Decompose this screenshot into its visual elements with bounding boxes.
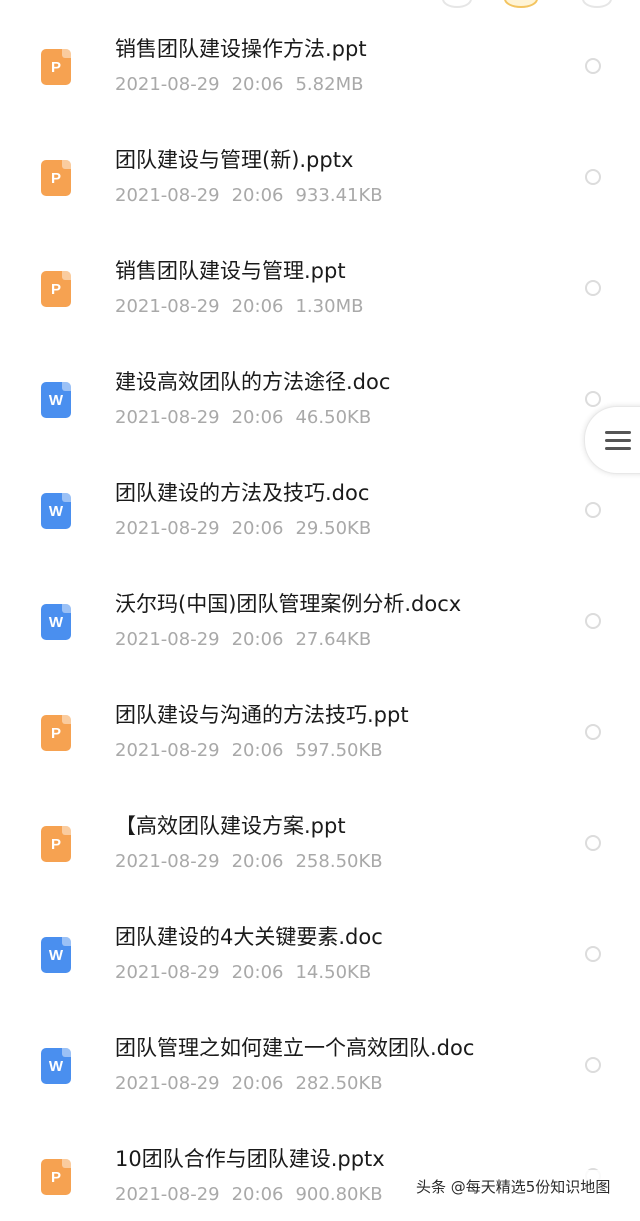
file-size: 14.50KB xyxy=(295,962,372,983)
file-name: 团队建设与沟通的方法技巧.ppt xyxy=(115,703,409,727)
file-meta: 2021-08-29 20:06 14.50KB xyxy=(115,962,371,984)
radio-circle-icon[interactable] xyxy=(585,1057,601,1073)
file-meta: 2021-08-29 20:06 900.80KB xyxy=(115,1184,383,1206)
file-name: 10团队合作与团队建设.pptx xyxy=(115,1147,385,1171)
file-size: 900.80KB xyxy=(295,1184,383,1205)
file-date: 2021-08-29 xyxy=(115,851,220,872)
file-meta: 2021-08-29 20:06 933.41KB xyxy=(115,185,383,207)
word-file-icon: W xyxy=(41,604,71,640)
file-size: 1.30MB xyxy=(295,296,364,317)
file-meta: 2021-08-29 20:06 29.50KB xyxy=(115,518,371,540)
file-name: 团队建设的4大关键要素.doc xyxy=(115,925,383,949)
watermark: 头条 @每天精选5份知识地图 xyxy=(408,1170,621,1204)
file-meta: 2021-08-29 20:06 1.30MB xyxy=(115,296,363,318)
file-date: 2021-08-29 xyxy=(115,740,220,761)
file-date: 2021-08-29 xyxy=(115,1184,220,1205)
file-time: 20:06 xyxy=(231,851,284,872)
file-time: 20:06 xyxy=(231,1184,284,1205)
file-name: 沃尔玛(中国)团队管理案例分析.docx xyxy=(115,592,462,616)
file-size: 29.50KB xyxy=(295,518,372,539)
file-size: 258.50KB xyxy=(295,851,383,872)
file-name: 【高效团队建设方案.ppt xyxy=(115,814,346,838)
file-time: 20:06 xyxy=(231,296,284,317)
radio-circle-icon[interactable] xyxy=(585,169,601,185)
file-row[interactable]: P 销售团队建设与管理.ppt 2021-08-29 20:06 1.30MB xyxy=(0,222,640,333)
file-time: 20:06 xyxy=(231,629,284,650)
file-time: 20:06 xyxy=(231,74,284,95)
ppt-file-icon: P xyxy=(41,715,71,751)
file-size: 933.41KB xyxy=(295,185,383,206)
file-meta: 2021-08-29 20:06 27.64KB xyxy=(115,629,371,651)
file-size: 27.64KB xyxy=(295,629,372,650)
radio-circle-icon[interactable] xyxy=(585,391,601,407)
file-row[interactable]: W 团队建设的方法及技巧.doc 2021-08-29 20:06 29.50KB xyxy=(0,444,640,555)
file-row[interactable]: P 团队建设与沟通的方法技巧.ppt 2021-08-29 20:06 597.50KB xyxy=(0,666,640,777)
ppt-file-icon: P xyxy=(41,826,71,862)
file-date: 2021-08-29 xyxy=(115,629,220,650)
radio-circle-icon[interactable] xyxy=(585,280,601,296)
file-size: 5.82MB xyxy=(295,74,364,95)
file-date: 2021-08-29 xyxy=(115,407,220,428)
radio-circle-icon[interactable] xyxy=(585,613,601,629)
ppt-file-icon: P xyxy=(41,49,71,85)
file-meta: 2021-08-29 20:06 46.50KB xyxy=(115,407,371,429)
file-row[interactable]: W 团队管理之如何建立一个高效团队.doc 2021-08-29 20:06 282.5… xyxy=(0,999,640,1110)
file-size: 597.50KB xyxy=(295,740,383,761)
file-name: 团队建设与管理(新).pptx xyxy=(115,148,354,172)
file-meta: 2021-08-29 20:06 282.50KB xyxy=(115,1073,383,1095)
file-meta: 2021-08-29 20:06 597.50KB xyxy=(115,740,383,762)
file-size: 282.50KB xyxy=(295,1073,383,1094)
file-date: 2021-08-29 xyxy=(115,1073,220,1094)
file-row[interactable]: W 沃尔玛(中国)团队管理案例分析.docx 2021-08-29 20:06 27.6… xyxy=(0,555,640,666)
menu-lines-icon xyxy=(605,431,631,455)
radio-circle-icon[interactable] xyxy=(585,946,601,962)
file-row[interactable]: P 销售团队建设操作方法.ppt 2021-08-29 20:06 5.82MB xyxy=(0,0,640,111)
file-meta: 2021-08-29 20:06 5.82MB xyxy=(115,74,363,96)
word-file-icon: W xyxy=(41,493,71,529)
file-time: 20:06 xyxy=(231,740,284,761)
word-file-icon: W xyxy=(41,937,71,973)
file-date: 2021-08-29 xyxy=(115,296,220,317)
file-size: 46.50KB xyxy=(295,407,372,428)
word-file-icon: W xyxy=(41,1048,71,1084)
ppt-file-icon: P xyxy=(41,160,71,196)
file-date: 2021-08-29 xyxy=(115,962,220,983)
file-time: 20:06 xyxy=(231,962,284,983)
radio-circle-icon[interactable] xyxy=(585,724,601,740)
file-name: 销售团队建设操作方法.ppt xyxy=(115,37,367,61)
file-row[interactable]: W 建设高效团队的方法途径.doc 2021-08-29 20:06 46.50KB xyxy=(0,333,640,444)
file-date: 2021-08-29 xyxy=(115,74,220,95)
file-time: 20:06 xyxy=(231,185,284,206)
ppt-file-icon: P xyxy=(41,1159,71,1195)
file-time: 20:06 xyxy=(231,518,284,539)
file-meta: 2021-08-29 20:06 258.50KB xyxy=(115,851,383,873)
file-name: 建设高效团队的方法途径.doc xyxy=(115,370,391,394)
file-row[interactable]: P 【高效团队建设方案.ppt 2021-08-29 20:06 258.50KB xyxy=(0,777,640,888)
file-row[interactable]: P 团队建设与管理(新).pptx 2021-08-29 20:06 933.41KB xyxy=(0,111,640,222)
file-row[interactable]: W 团队建设的4大关键要素.doc 2021-08-29 20:06 14.50KB xyxy=(0,888,640,999)
radio-circle-icon[interactable] xyxy=(585,835,601,851)
file-time: 20:06 xyxy=(231,1073,284,1094)
file-date: 2021-08-29 xyxy=(115,518,220,539)
ppt-file-icon: P xyxy=(41,271,71,307)
side-menu-handle[interactable] xyxy=(584,406,640,474)
radio-circle-icon[interactable] xyxy=(585,58,601,74)
file-name: 团队建设的方法及技巧.doc xyxy=(115,481,370,505)
file-name: 团队管理之如何建立一个高效团队.doc xyxy=(115,1036,475,1060)
file-time: 20:06 xyxy=(231,407,284,428)
file-date: 2021-08-29 xyxy=(115,185,220,206)
file-name: 销售团队建设与管理.ppt xyxy=(115,259,346,283)
file-row[interactable]: P 10团队合作与团队建设.pptx 2021-08-29 20:06 900.80KB xyxy=(0,1110,640,1221)
radio-circle-icon[interactable] xyxy=(585,502,601,518)
word-file-icon: W xyxy=(41,382,71,418)
